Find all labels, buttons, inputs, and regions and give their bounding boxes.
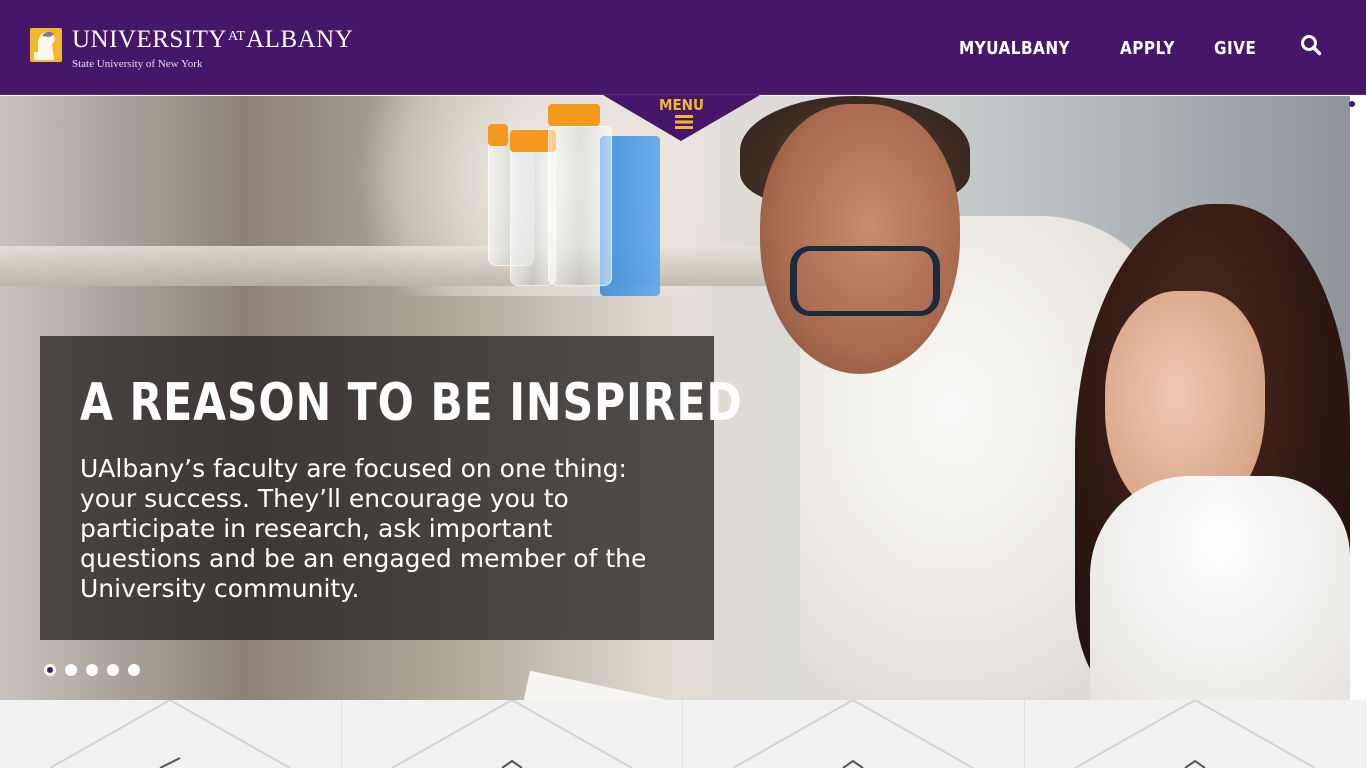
glasses <box>790 246 940 316</box>
slide-dot-1[interactable] <box>44 664 56 676</box>
search-icon[interactable] <box>1300 34 1322 56</box>
slide-indicators <box>44 664 140 676</box>
feature-tile-1[interactable] <box>0 700 342 768</box>
chevron-icon <box>159 757 181 768</box>
menu-label: MENU <box>659 96 704 114</box>
slide-dot-2[interactable] <box>65 664 77 676</box>
logo-wordmark: UNIVERSITYATALBANY <box>72 26 354 53</box>
paper-sheet <box>515 670 775 700</box>
nav-apply-link[interactable]: APPLY <box>1120 34 1175 64</box>
university-logo[interactable]: UNIVERSITYATALBANY State University of N… <box>30 26 360 70</box>
chevron-icon <box>500 759 523 768</box>
slide-dot-4[interactable] <box>107 664 119 676</box>
menu-button[interactable]: MENU <box>603 95 760 141</box>
person-face <box>760 104 960 374</box>
nav-myualbany-link[interactable]: MYUALBANY <box>959 34 1070 64</box>
slide-dot-5[interactable] <box>128 664 140 676</box>
feature-tile-3[interactable] <box>683 700 1025 768</box>
lab-bottle <box>548 126 612 286</box>
chevron-icon <box>842 759 864 768</box>
minerva-logo-icon <box>30 26 62 64</box>
scroll-indicator-dot[interactable] <box>1349 101 1355 107</box>
top-navigation: MYUALBANY APPLY GIVE <box>959 34 1264 64</box>
hamburger-icon <box>675 115 693 129</box>
side-strip <box>1350 96 1366 700</box>
hero-title: A REASON TO BE INSPIRED <box>80 373 743 433</box>
hero-body-text: UAlbany’s faculty are focused on one thi… <box>80 454 647 603</box>
site-header: UNIVERSITYATALBANY State University of N… <box>0 0 1366 95</box>
chevron-icon <box>1183 759 1206 768</box>
person-lab-coat <box>1090 476 1350 700</box>
bottle-cap <box>488 124 508 146</box>
hero-slideshow: A REASON TO BE INSPIRED UAlbany’s facult… <box>0 96 1350 700</box>
nav-give-link[interactable]: GIVE <box>1214 34 1256 64</box>
slide-dot-3[interactable] <box>86 664 98 676</box>
lab-shelf <box>0 246 820 286</box>
hero-caption-box: A REASON TO BE INSPIRED UAlbany’s facult… <box>40 336 742 640</box>
logo-subtitle: State University of New York <box>72 58 203 70</box>
feature-tiles <box>0 700 1366 768</box>
bottle-cap <box>548 104 600 126</box>
feature-tile-2[interactable] <box>341 700 683 768</box>
feature-tile-4[interactable] <box>1024 700 1366 768</box>
